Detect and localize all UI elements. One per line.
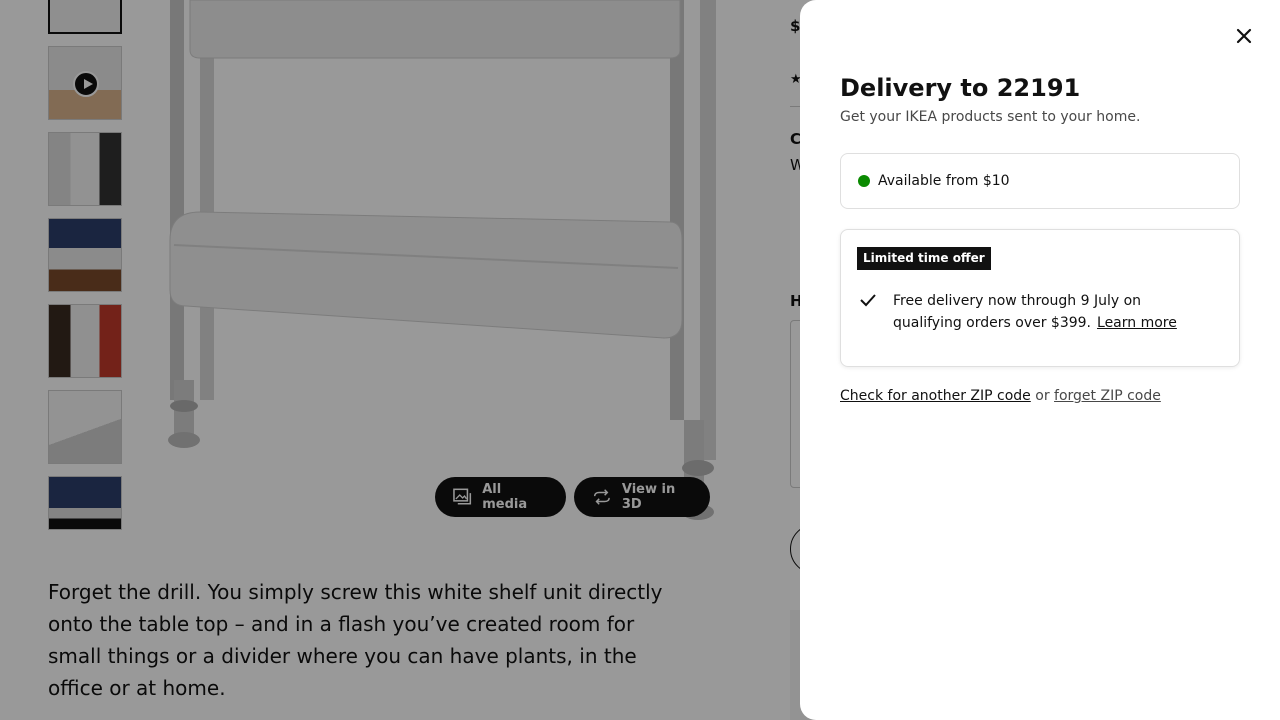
availability-text: Available from $10: [878, 173, 1010, 189]
close-button[interactable]: [1228, 20, 1260, 52]
close-icon: [1236, 28, 1252, 44]
status-dot: [858, 175, 870, 187]
check-zip-link[interactable]: Check for another ZIP code: [840, 388, 1031, 404]
learn-more-link[interactable]: Learn more: [1097, 315, 1177, 331]
offer-card: Limited time offer Free delivery now thr…: [840, 229, 1240, 367]
offer-text-block: Free delivery now through 9 July on qual…: [893, 290, 1213, 334]
checkmark-icon: [860, 294, 876, 307]
availability-card: Available from $10: [840, 153, 1240, 209]
zip-connector: or: [1035, 388, 1050, 404]
panel-title: Delivery to 22191: [840, 74, 1081, 102]
zip-actions: Check for another ZIP code or forget ZIP…: [840, 388, 1161, 404]
offer-badge: Limited time offer: [857, 247, 991, 270]
panel-subtitle: Get your IKEA products sent to your home…: [840, 109, 1141, 125]
forget-zip-link[interactable]: forget ZIP code: [1054, 388, 1161, 404]
